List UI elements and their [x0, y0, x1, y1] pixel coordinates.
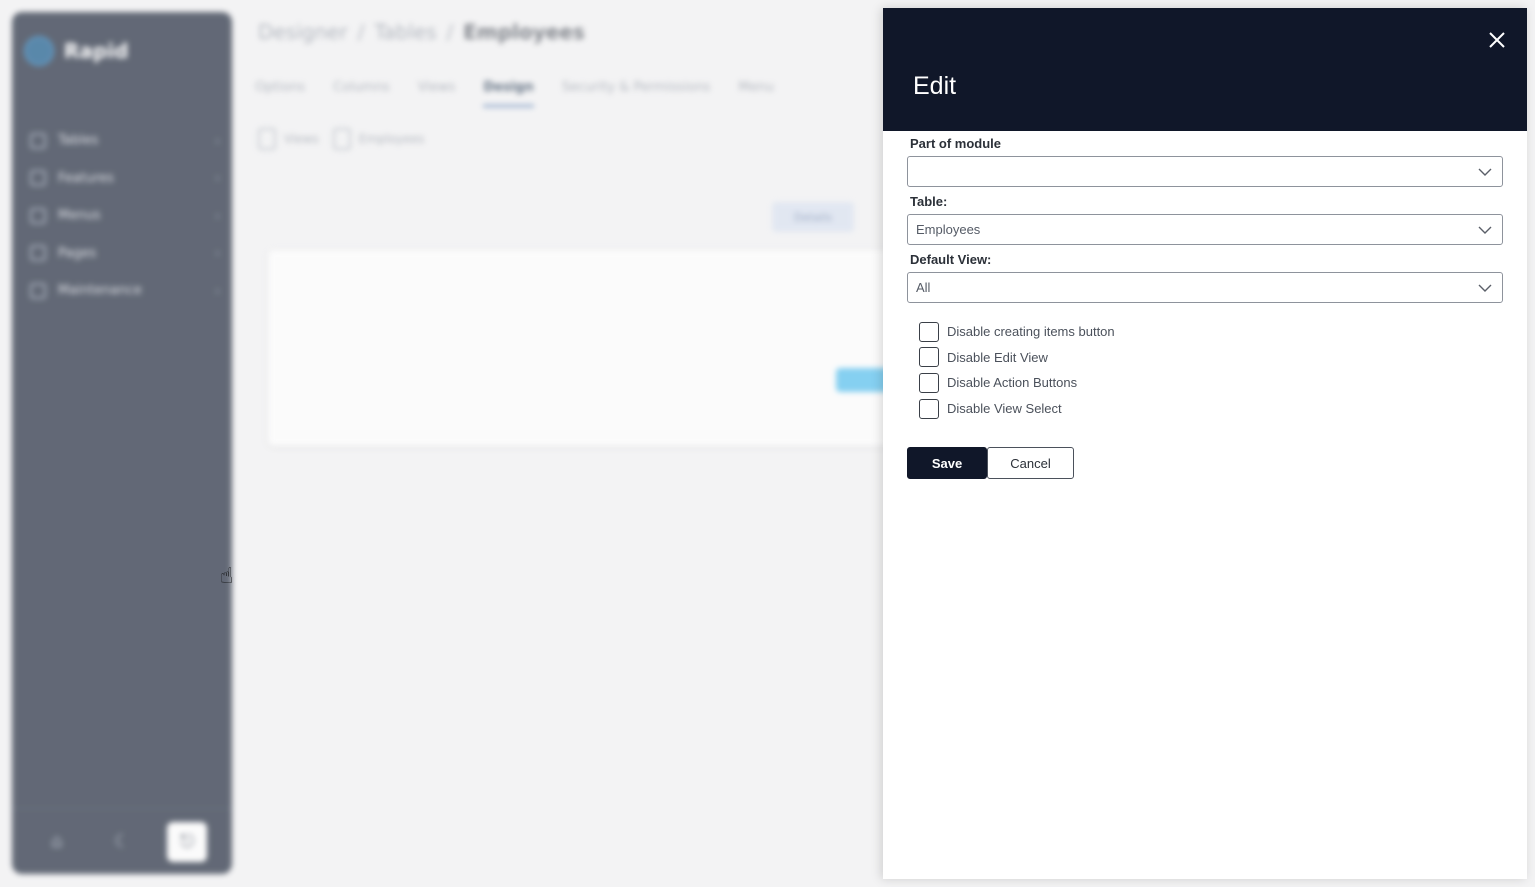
sidebar-item-pages[interactable]: Pages ›	[12, 235, 232, 273]
chevron-right-icon: ›	[215, 133, 220, 148]
chevron-down-icon	[1478, 284, 1492, 292]
sidebar-item-features[interactable]: Features ›	[12, 160, 232, 198]
checkbox-label[interactable]: Disable Action Buttons	[947, 375, 1077, 390]
tool-label: Views	[284, 132, 319, 146]
sidebar-item-label: Maintenance	[58, 283, 142, 299]
app-name: Rapid	[64, 39, 129, 63]
employees-tool[interactable]: Employees	[332, 128, 425, 150]
disable-creating-items-row: Disable creating items button	[919, 319, 1503, 345]
checkbox-label[interactable]: Disable Edit View	[947, 350, 1048, 365]
modal-body: Part of module Table: Employees Default …	[883, 135, 1527, 480]
details-pill[interactable]: Details	[772, 202, 854, 232]
tool-label: Employees	[358, 132, 425, 146]
breadcrumb: Designer / Tables / Employees	[258, 20, 585, 44]
sidebar-nav: Tables › Features › Menus › Pages › Main…	[12, 122, 232, 310]
tab-views[interactable]: Views	[418, 80, 456, 107]
chevron-right-icon: ›	[215, 171, 220, 186]
sidebar-item-label: Tables	[58, 133, 99, 149]
maintenance-icon	[30, 282, 46, 299]
sidebar-item-label: Menus	[58, 208, 101, 224]
part-of-module-label: Part of module	[910, 136, 1002, 151]
select-value: All	[916, 280, 931, 295]
sidebar: Rapid Tables › Features › Menus › Pages …	[12, 12, 232, 874]
disable-view-select-row: Disable View Select	[919, 396, 1503, 422]
default-view-label: Default View:	[910, 252, 992, 267]
chevron-down-icon	[1478, 168, 1492, 176]
disable-action-buttons-checkbox[interactable]	[919, 372, 939, 393]
table-icon	[30, 132, 46, 149]
sidebar-item-tables[interactable]: Tables ›	[12, 122, 232, 160]
table-label: Table:	[910, 194, 948, 209]
disable-creating-items-checkbox[interactable]	[919, 321, 939, 342]
chevron-right-icon: ›	[215, 208, 220, 223]
logo-icon	[24, 36, 54, 66]
document-icon	[332, 128, 351, 150]
tab-design[interactable]: Design	[483, 80, 534, 107]
breadcrumb-current: Employees	[463, 20, 585, 44]
tab-options[interactable]: Options	[255, 80, 305, 107]
home-icon[interactable]: ⌂	[37, 822, 77, 862]
chevron-down-icon	[1478, 226, 1492, 234]
close-icon	[1489, 32, 1505, 48]
tab-columns[interactable]: Columns	[333, 80, 390, 107]
menu-icon	[30, 207, 46, 224]
chevron-right-icon: ›	[215, 246, 220, 261]
sidebar-item-label: Features	[58, 170, 114, 186]
sidebar-footer: ⌂ ☾ ⎋	[12, 808, 232, 874]
chevron-right-icon: ›	[215, 283, 220, 298]
tab-menu[interactable]: Menu	[738, 80, 774, 107]
select-value: Employees	[916, 222, 981, 237]
edit-modal: Edit Part of module Table: Employees Def…	[883, 8, 1527, 879]
part-of-module-select[interactable]	[907, 156, 1503, 187]
disable-edit-view-row: Disable Edit View	[919, 345, 1503, 371]
sidebar-item-label: Pages	[58, 245, 97, 261]
logo: Rapid	[24, 36, 128, 66]
content-card	[268, 250, 968, 446]
breadcrumb-item[interactable]: Designer	[258, 20, 348, 44]
tab-security[interactable]: Security & Permissions	[562, 80, 711, 107]
save-button[interactable]: Save	[907, 447, 987, 480]
disable-edit-view-checkbox[interactable]	[919, 347, 939, 368]
disable-view-select-checkbox[interactable]	[919, 398, 939, 419]
toolbar: Views Employees	[258, 128, 438, 150]
table-select[interactable]: Employees	[907, 214, 1503, 245]
close-button[interactable]	[1479, 22, 1515, 58]
checkbox-label[interactable]: Disable View Select	[947, 401, 1062, 416]
pointer-cursor-icon: ☝	[220, 564, 234, 589]
modal-actions: Save Cancel	[907, 447, 1503, 480]
default-view-select[interactable]: All	[907, 272, 1503, 303]
options-checkbox-list: Disable creating items button Disable Ed…	[919, 319, 1503, 421]
breadcrumb-item[interactable]: Tables	[374, 20, 436, 44]
page-icon	[30, 245, 46, 262]
logout-icon[interactable]: ⎋	[167, 821, 208, 862]
moon-icon[interactable]: ☾	[102, 822, 142, 862]
sidebar-item-menus[interactable]: Menus ›	[12, 197, 232, 235]
view-icon	[258, 128, 276, 150]
modal-header: Edit	[883, 8, 1527, 131]
views-tool[interactable]: Views	[258, 128, 319, 150]
breadcrumb-separator: /	[446, 20, 454, 44]
breadcrumb-separator: /	[357, 20, 365, 44]
features-icon	[30, 170, 46, 187]
disable-action-buttons-row: Disable Action Buttons	[919, 370, 1503, 396]
sidebar-item-maintenance[interactable]: Maintenance ›	[12, 272, 232, 310]
tab-bar: Options Columns Views Design Security & …	[255, 80, 802, 107]
checkbox-label[interactable]: Disable creating items button	[947, 324, 1115, 339]
modal-title: Edit	[913, 72, 957, 100]
cancel-button[interactable]: Cancel	[987, 447, 1074, 480]
